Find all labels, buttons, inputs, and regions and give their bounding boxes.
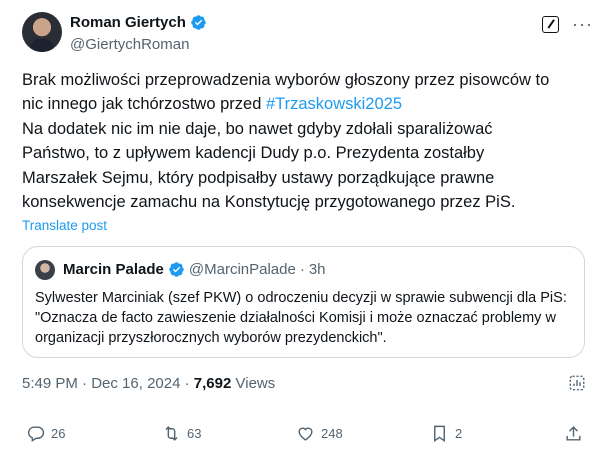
quote-separator: ·: [299, 261, 305, 278]
action-bar: 26 63 248 2: [0, 424, 599, 448]
meta-separator-1: ·: [82, 375, 88, 392]
quote-verified-badge-icon: [169, 262, 184, 277]
quoted-tweet[interactable]: Marcin Palade @MarcinPalade · 3h Sylwest…: [22, 246, 585, 358]
heart-icon: [298, 427, 313, 441]
tweet-time[interactable]: 5:49 PM: [22, 375, 78, 392]
bookmark-button[interactable]: 2: [430, 424, 462, 443]
reply-icon: [27, 426, 45, 442]
repost-button[interactable]: 63: [162, 424, 201, 443]
quote-author-avatar: [35, 260, 55, 280]
views-label: Views: [235, 375, 276, 392]
more-options-icon[interactable]: ···: [572, 14, 593, 35]
author-avatar[interactable]: [22, 12, 62, 52]
analytics-icon[interactable]: [568, 374, 586, 392]
views-count: 7,692: [193, 375, 232, 392]
quote-header: Marcin Palade @MarcinPalade · 3h: [63, 261, 326, 278]
quote-time: 3h: [308, 261, 326, 278]
quote-text: Sylwester Marciniak (szef PKW) o odrocze…: [35, 290, 567, 346]
tweet-meta: 5:49 PM · Dec 16, 2024 · 7,692 Views: [22, 375, 275, 392]
share-button[interactable]: [564, 424, 583, 443]
tweet-text-part-2: Na dodatek nic im nie daje, bo nawet gdy…: [22, 119, 516, 212]
repost-count: 63: [187, 426, 202, 441]
tweet-text: Brak możliwości przeprowadzenia wyborów …: [22, 68, 582, 214]
reply-button[interactable]: 26: [26, 424, 65, 443]
verified-badge-icon: [191, 15, 206, 30]
reply-count: 26: [51, 426, 66, 441]
meta-separator-2: ·: [184, 375, 190, 392]
quote-author-name: Marcin Palade: [63, 261, 164, 278]
repost-icon: [165, 426, 178, 441]
author-name-row[interactable]: Roman Giertych: [70, 14, 207, 31]
like-button[interactable]: 248: [296, 424, 343, 443]
author-name[interactable]: Roman Giertych: [70, 14, 186, 31]
bookmark-count: 2: [455, 426, 463, 441]
translate-post-link[interactable]: Translate post: [22, 218, 107, 233]
hashtag-link[interactable]: #Trzaskowski2025: [266, 95, 402, 113]
bookmark-icon: [434, 425, 445, 442]
tweet-date[interactable]: Dec 16, 2024: [91, 375, 180, 392]
author-handle[interactable]: @GiertychRoman: [70, 36, 189, 53]
quote-author-handle: @MarcinPalade: [188, 261, 296, 278]
share-icon: [566, 426, 581, 441]
like-count: 248: [321, 426, 343, 441]
grok-icon[interactable]: [542, 16, 559, 33]
